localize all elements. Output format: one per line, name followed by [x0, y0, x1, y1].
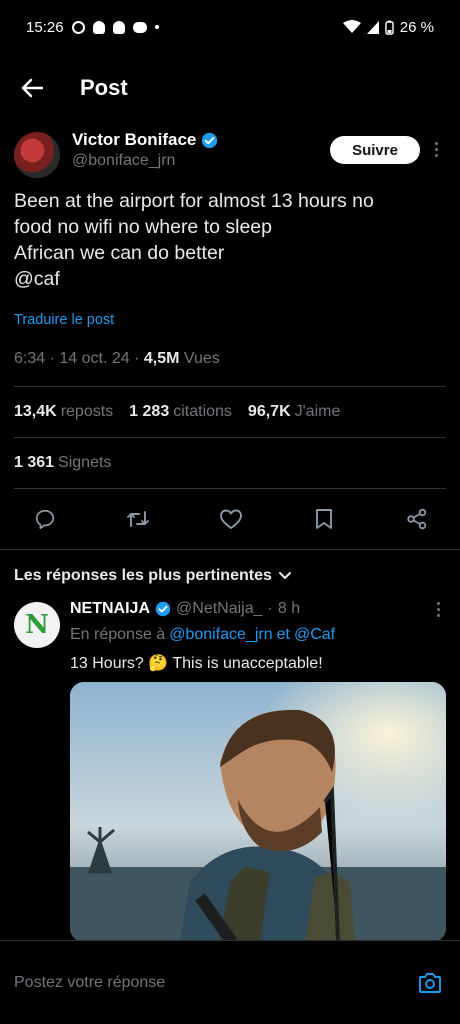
wifi-icon [342, 20, 361, 33]
reply-composer: Postez votre réponse [0, 940, 460, 1024]
follow-button[interactable]: Suivre [330, 136, 420, 164]
battery-percent: 26 % [399, 18, 434, 36]
in-reply-handle-2[interactable]: @Caf [294, 626, 335, 644]
post-time: 6:34 [14, 350, 46, 367]
camera-icon[interactable] [416, 969, 444, 997]
meta-separator: · [49, 350, 60, 367]
quotes-label: citations [173, 403, 232, 420]
like-heart-icon[interactable] [218, 506, 244, 532]
page-title: Post [80, 75, 128, 100]
reply-dot: · [267, 600, 273, 617]
signal-icon [366, 20, 379, 34]
quotes-count: 1 283 [129, 403, 170, 420]
bookmarks-label: Signets [58, 454, 112, 471]
likes-label: J'aime [294, 403, 341, 420]
top-bar: Post [0, 60, 460, 116]
replies-sort-dropdown[interactable]: Les réponses les plus pertinentes [0, 550, 460, 602]
reply-media-image[interactable] [70, 682, 446, 942]
whatsapp-icon [71, 20, 85, 34]
engagement-stats: 13,4K reposts 1 283 citations 96,7K J'aime [0, 387, 460, 437]
movie-still-image [70, 682, 446, 942]
battery-icon [385, 20, 394, 35]
reply-post[interactable]: N NETNAIJA @NetNaija_ · 8 h En réponse à… [0, 596, 460, 942]
meta-separator-2: · [134, 350, 144, 367]
bookmarks-stat[interactable]: 1 361 Signets [14, 454, 111, 472]
reposts-count: 13,4K [14, 403, 57, 420]
bookmarks-stats: 1 361 Signets [0, 438, 460, 488]
author-handle[interactable]: @boniface_jrn [72, 152, 330, 170]
reply-avatar-logo: N [25, 610, 49, 640]
in-reply-prefix: En réponse à [70, 626, 166, 643]
snapchat-icon [92, 20, 105, 34]
bookmarks-count: 1 361 [14, 454, 55, 471]
reply-input[interactable]: Postez votre réponse [14, 963, 416, 1003]
post-text: Been at the airport for almost 13 hours … [0, 188, 460, 292]
reply-icon[interactable] [32, 506, 58, 532]
chat-icon [132, 21, 147, 33]
reply-content: NETNAIJA @NetNaija_ · 8 h En réponse à @… [70, 596, 446, 942]
status-right: 26 % [342, 18, 434, 36]
reply-author-name[interactable]: NETNAIJA [70, 600, 150, 618]
views-label: Vues [183, 350, 220, 367]
main-post: Victor Boniface @boniface_jrn Suivre Bee… [0, 126, 460, 602]
in-reply-to: En réponse à @boniface_jrn et @Caf [70, 622, 446, 648]
reply-header: NETNAIJA @NetNaija_ · 8 h [70, 596, 446, 622]
reposts-label: reposts [60, 403, 114, 420]
replies-sort-label: Les réponses les plus pertinentes [14, 567, 272, 584]
status-left: 15:26 [26, 19, 159, 36]
bookmark-icon[interactable] [311, 506, 337, 532]
notification-dot-icon [154, 25, 159, 29]
verified-badge-icon [202, 132, 218, 148]
reply-text: 13 Hours? 🤔 This is unacceptable! [70, 655, 323, 672]
likes-stat[interactable]: 96,7K J'aime [248, 403, 340, 421]
reposts-stat[interactable]: 13,4K reposts [14, 403, 113, 421]
back-arrow-icon [21, 78, 43, 98]
post-date: 14 oct. 24 [59, 350, 130, 367]
reply-avatar[interactable]: N [14, 602, 60, 648]
more-options-icon[interactable] [426, 136, 446, 157]
post-text-line-2: food no wifi no where to sleep [14, 216, 272, 238]
author-row: Victor Boniface @boniface_jrn Suivre [0, 126, 460, 186]
reply-more-options-icon[interactable] [437, 601, 446, 617]
verified-badge-icon [155, 601, 171, 617]
in-reply-handle-1[interactable]: @boniface_jrn [169, 626, 272, 644]
likes-count: 96,7K [247, 403, 291, 420]
reply-handle[interactable]: @NetNaija_ [176, 600, 263, 618]
share-icon[interactable] [404, 506, 430, 532]
reply-age: 8 h [277, 600, 301, 617]
chevron-down-icon [278, 572, 291, 579]
quotes-stat[interactable]: 1 283 citations [129, 403, 232, 421]
post-text-mention[interactable]: @caf [14, 266, 446, 292]
in-reply-and: et [276, 626, 290, 643]
translate-post-link[interactable]: Traduire le post [0, 312, 460, 328]
author-info: Victor Boniface @boniface_jrn [72, 130, 330, 170]
status-time: 15:26 [26, 18, 64, 36]
avatar[interactable] [14, 132, 60, 178]
snapchat-icon-2 [112, 20, 125, 34]
back-button[interactable] [16, 72, 48, 104]
status-bar: 15:26 26 % [0, 0, 460, 54]
views-count: 4,5M [143, 350, 180, 367]
post-meta: 6:34 · 14 oct. 24 · 4,5M Vues [0, 350, 460, 368]
author-name[interactable]: Victor Boniface [72, 130, 196, 150]
repost-icon[interactable] [125, 506, 151, 532]
post-text-line-3: African we can do better [14, 242, 225, 264]
author-name-line: Victor Boniface [72, 130, 330, 150]
post-text-line-1: Been at the airport for almost 13 hours … [14, 190, 374, 212]
action-bar [0, 489, 460, 549]
